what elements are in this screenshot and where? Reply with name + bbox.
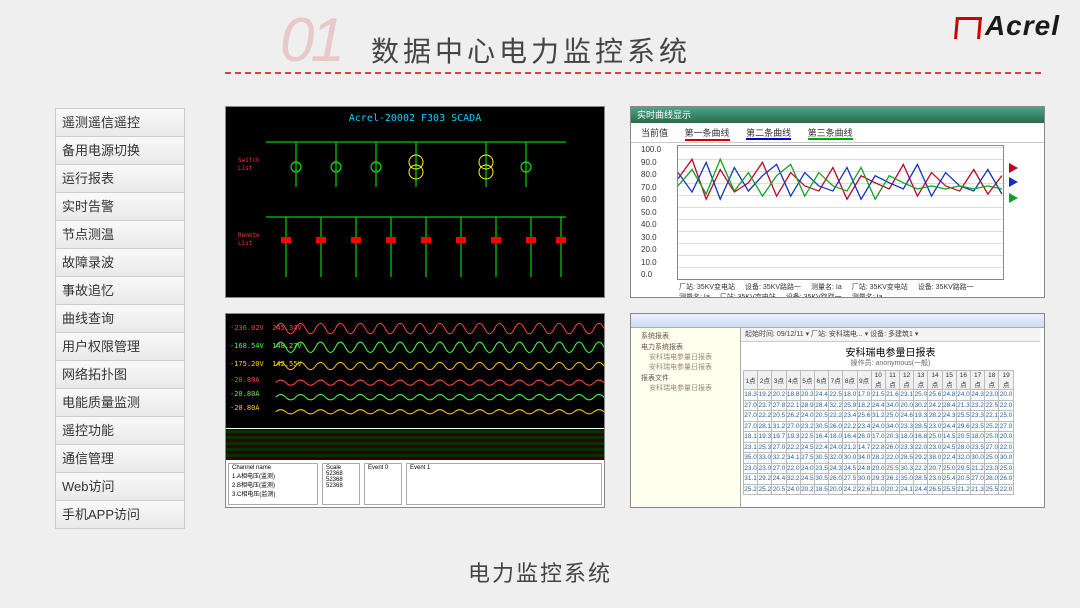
sidebar-item: 用户权限管理: [55, 332, 185, 361]
marker-blue-icon: [1009, 177, 1018, 187]
svg-text:Remote: Remote: [238, 232, 260, 239]
legend-series-3: 第三条曲线: [808, 128, 853, 140]
single-line-diagram-icon: SwitchList RemoteList: [226, 127, 605, 297]
svg-text:Switch: Switch: [238, 157, 260, 164]
report-titlebar: [631, 314, 1044, 328]
sidebar-item: 网络拓扑图: [55, 360, 185, 389]
sidebar-item: 故障录波: [55, 248, 185, 277]
brand-name: Acrel: [985, 10, 1060, 41]
y-axis-ticks: 100.090.080.070.060.0 50.040.030.020.010…: [641, 145, 661, 283]
sidebar-item: 手机APP访问: [55, 500, 185, 529]
scada-title: Acrel-20002 F303 SCADA: [226, 107, 604, 124]
logo-icon: [954, 17, 982, 39]
legend-series-1: 第一条曲线: [685, 128, 730, 141]
lines-svg: [678, 146, 1003, 279]
title-area: 01 数据中心电力监控系统: [280, 5, 691, 76]
sidebar-item: 通信管理: [55, 444, 185, 473]
slide-header: Acrel 01 数据中心电力监控系统: [0, 0, 1080, 60]
report-data-grid: 1点2点3点4点5点6点7点8点9点10点11点12点13点14点15点16点1…: [743, 370, 1014, 495]
sidebar-item: 电能质量监测: [55, 388, 185, 417]
sidebar-item: 备用电源切换: [55, 136, 185, 165]
panel-fault-recorder: -236.02V 245.34V -168.54V 148.27V -175.2…: [225, 313, 605, 508]
window-titlebar: 实时曲线显示: [631, 107, 1044, 123]
title-underline: [225, 72, 1045, 74]
sidebar-item: 节点测温: [55, 220, 185, 249]
brand-logo: Acrel: [955, 10, 1060, 42]
report-subtitle: 操作员: anonymous(一般): [741, 358, 1040, 368]
event-table: Channel name1.A相电压(监测)2.B相电压(监测)3.C相电压(监…: [226, 461, 604, 507]
sidebar-item: 实时告警: [55, 192, 185, 221]
sidebar-item: Web访问: [55, 472, 185, 501]
sidebar-item: 曲线查询: [55, 304, 185, 333]
section-number: 01: [280, 5, 341, 76]
report-toolbar: 起始时间: 09/12/11 ▾ 厂站: 安科瑞电... ▾ 设备: 多建筑1 …: [741, 328, 1040, 342]
chart-footer: 厂站: 35KV变电站设备: 35KV路路一测量名: Ia 厂站: 35KV变电…: [631, 280, 1044, 298]
svg-text:List: List: [238, 240, 253, 247]
analog-waveforms: -236.02V 245.34V -168.54V 148.27V -175.2…: [226, 314, 604, 429]
chart-grid: [677, 145, 1004, 280]
sidebar-item: 遥控功能: [55, 416, 185, 445]
digital-channels: [226, 429, 604, 461]
chart-legend: 当前值 第一条曲线 第二条曲线 第三条曲线: [631, 123, 1044, 143]
sidebar-item: 运行报表: [55, 164, 185, 193]
page-title: 数据中心电力监控系统: [371, 30, 691, 70]
slide-caption: 电力监控系统: [0, 556, 1080, 588]
panel-daily-report: 起始时间: 09/12/11 ▾ 厂站: 安科瑞电... ▾ 设备: 多建筑1 …: [630, 313, 1045, 508]
screenshot-panels: Acrel-20002 F303 SCADA: [225, 106, 1045, 508]
sidebar-item: 遥测遥信遥控: [55, 108, 185, 137]
report-title: 安科瑞电参量日报表: [741, 344, 1040, 359]
report-tree: 系统报表 电力系统报表 安科瑞电参量日报表 安科瑞电参量日报表 报表文件 安科瑞…: [631, 328, 741, 507]
panel-scada-diagram: Acrel-20002 F303 SCADA: [225, 106, 605, 298]
svg-text:List: List: [238, 165, 253, 172]
panel-realtime-curves: 实时曲线显示 当前值 第一条曲线 第二条曲线 第三条曲线 100.090.080…: [630, 106, 1045, 298]
legend-series-2: 第二条曲线: [746, 128, 791, 140]
chart-plot-area: 100.090.080.070.060.0 50.040.030.020.010…: [631, 145, 1044, 280]
feature-sidebar: 遥测遥信遥控 备用电源切换 运行报表 实时告警 节点测温 故障录波 事故追忆 曲…: [55, 108, 185, 528]
legend-current: 当前值: [641, 128, 668, 138]
marker-green-icon: [1009, 193, 1018, 203]
sidebar-item: 事故追忆: [55, 276, 185, 305]
marker-red-icon: [1009, 163, 1018, 173]
